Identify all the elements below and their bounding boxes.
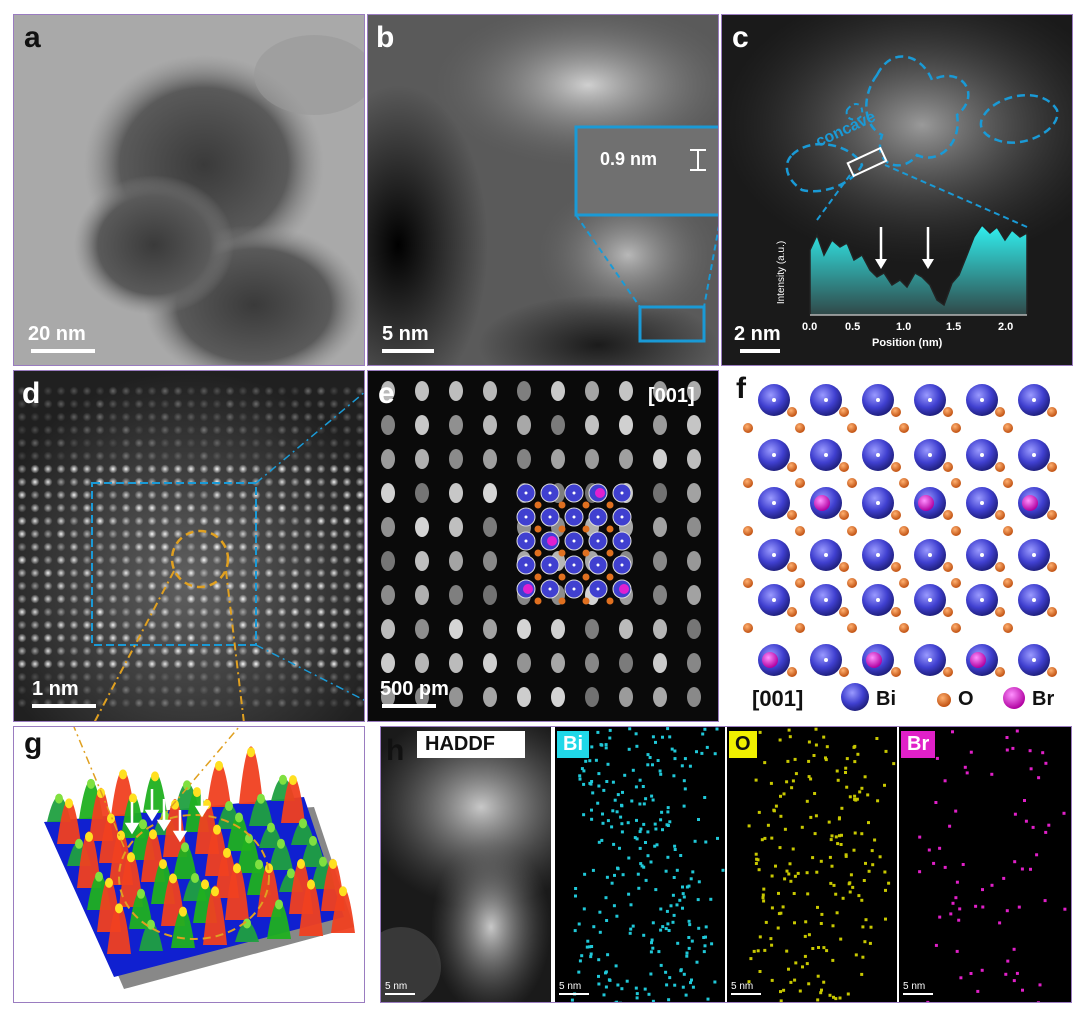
- scale-bar: [382, 704, 436, 708]
- profile-tick: 0.5: [845, 321, 861, 333]
- legend-br-swatch: [1003, 687, 1025, 709]
- scale-bar-label: 5 nm: [559, 981, 582, 992]
- panel-g-3d-intensity: g: [13, 726, 365, 1003]
- scale-bar: [740, 349, 780, 353]
- panel-e-filtered-image: e [001] 500 pm: [367, 370, 719, 722]
- scale-bar: [903, 993, 933, 995]
- legend-bi-label: Bi: [876, 688, 896, 710]
- zone-axis-label: [001]: [752, 686, 804, 711]
- scale-bar: [559, 993, 589, 995]
- tem-micrograph-a: [14, 15, 364, 365]
- haadf-map-image: [381, 727, 551, 1002]
- o-map: [727, 727, 897, 1002]
- profile-y-axis-label: Intensity (a.u.): [776, 240, 788, 305]
- eds-map-tag: HADDF: [417, 731, 525, 758]
- panel-a-tem-image: a 20 nm: [13, 14, 365, 366]
- filtered-lattice-e: [368, 371, 718, 721]
- scale-bar-label: 5 nm: [382, 323, 429, 345]
- zone-axis-label: [001]: [648, 385, 695, 407]
- scale-bar-label: 500 pm: [380, 678, 449, 700]
- scale-bar-label: 5 nm: [903, 981, 926, 992]
- legend-o-swatch: [937, 693, 951, 707]
- panel-label: e: [378, 377, 395, 410]
- profile-tick: 2.0: [998, 321, 1014, 333]
- panel-label: d: [22, 377, 41, 410]
- bi-map-image: [570, 727, 725, 1002]
- eds-map-tag: Br: [901, 731, 936, 758]
- profile-tick: 1.5: [946, 321, 962, 333]
- panel-c-haadf-profile: c concave Intensity (a.u.) 0.0 0.5 1.0 1…: [721, 14, 1073, 366]
- scale-bar-label: 5 nm: [385, 981, 408, 992]
- legend-br-label: Br: [1032, 688, 1055, 710]
- 3d-intensity-surface: [44, 727, 355, 989]
- panel-b-haadf-image: b 0.9 nm 5 nm: [367, 14, 719, 366]
- profile-tick: 0.0: [802, 321, 818, 333]
- scale-bar: [385, 993, 415, 995]
- scale-bar: [31, 349, 95, 353]
- o-map-image: [742, 727, 896, 1002]
- eds-map-tag: Bi: [557, 731, 589, 758]
- panel-label: h: [386, 734, 405, 767]
- haadf-micrograph-b: [368, 15, 718, 365]
- bi-map: [555, 727, 725, 1002]
- eds-map-tag: O: [729, 731, 757, 758]
- scale-bar: [382, 349, 434, 353]
- haadf-map: [381, 727, 551, 1002]
- br-map-image: [918, 729, 1067, 1002]
- scale-bar: [731, 993, 761, 995]
- scale-bar-label: 1 nm: [32, 678, 79, 700]
- inset-measurement: 0.9 nm: [600, 149, 658, 169]
- scale-bar: [32, 704, 96, 708]
- legend-o-label: O: [958, 688, 974, 710]
- panel-label: g: [24, 727, 43, 760]
- panel-label: b: [376, 21, 395, 54]
- panel-f-crystal-model: f [001] Bi O Br: [722, 370, 1074, 722]
- panel-label: f: [736, 372, 746, 405]
- scale-bar-label: 20 nm: [28, 323, 86, 345]
- panel-label: a: [24, 21, 41, 54]
- panel-h-eds-maps: HADDF 5 nm Bi 5 nm O 5 nm Br 5 nm: [380, 726, 1072, 1003]
- legend-bi-swatch: [841, 683, 869, 711]
- panel-label: c: [732, 21, 749, 54]
- atomic-resolution-micrograph-d: [14, 371, 364, 721]
- crystal-structure-model: [743, 384, 1057, 677]
- br-map: [899, 727, 1071, 1002]
- scale-bar-label: 5 nm: [731, 981, 754, 992]
- scale-bar-label: 2 nm: [734, 323, 781, 345]
- panel-d-atomic-image: d 1 nm: [13, 370, 365, 722]
- profile-x-axis-label: Position (nm): [872, 337, 943, 349]
- haadf-micrograph-c: [722, 15, 1072, 365]
- profile-tick: 1.0: [896, 321, 912, 333]
